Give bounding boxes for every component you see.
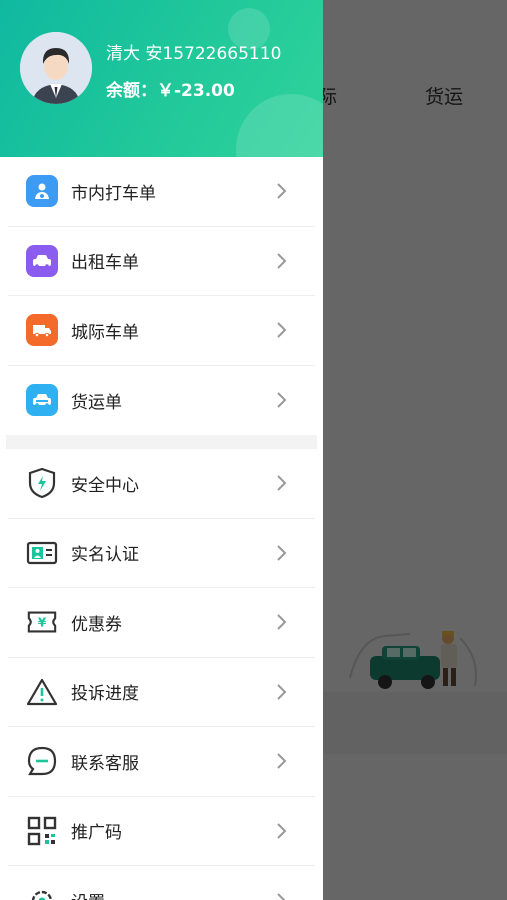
chevron-right-icon xyxy=(269,318,293,342)
decor-bubble xyxy=(236,94,323,157)
car-icon xyxy=(26,384,58,417)
menu-label: 推广码 xyxy=(71,823,122,844)
taxi-icon xyxy=(26,244,58,277)
balance-text: 余额：￥-23.00 xyxy=(106,81,235,101)
service-menu-group: 安全中心 实名认证 ¥ 优惠券 投诉进度 联系客服 推广码 xyxy=(0,449,323,900)
menu-item-real-name-verification[interactable]: 实名认证 xyxy=(8,519,315,588)
side-drawer: 清大 安15722665110 余额：￥-23.00 市内打车单 出租车单 城际… xyxy=(0,0,323,900)
menu-label: 设置 xyxy=(71,888,269,900)
warning-icon xyxy=(26,676,58,708)
truck-icon xyxy=(26,314,58,347)
menu-item-referral-code[interactable]: 推广码 xyxy=(8,797,315,866)
shield-icon xyxy=(26,467,58,499)
svg-text:¥: ¥ xyxy=(38,616,47,630)
menu-item-safety-center[interactable]: 安全中心 xyxy=(8,449,315,519)
user-name-phone: 清大 安15722665110 xyxy=(106,44,282,64)
menu-label: 投诉进度 xyxy=(71,684,139,705)
menu-label: 联系客服 xyxy=(71,753,139,774)
menu-label: 出租车单 xyxy=(71,253,139,274)
order-menu-group: 市内打车单 出租车单 城际车单 货运单 xyxy=(0,157,323,435)
car-driver-icon xyxy=(26,175,58,208)
user-avatar-icon xyxy=(20,32,92,104)
chevron-right-icon xyxy=(269,388,293,412)
gear-icon xyxy=(26,885,58,900)
chevron-right-icon xyxy=(269,749,293,773)
menu-label: 实名认证 xyxy=(71,545,139,566)
menu-label: 货运单 xyxy=(71,392,122,413)
qr-code-icon xyxy=(26,815,58,847)
chevron-right-icon xyxy=(269,819,293,843)
menu-icon-wrap xyxy=(26,175,58,208)
chevron-right-icon xyxy=(269,471,293,495)
chat-icon xyxy=(26,745,58,777)
menu-label: 安全中心 xyxy=(71,475,139,496)
chevron-right-icon xyxy=(269,889,293,900)
menu-label: 城际车单 xyxy=(71,322,139,343)
chevron-right-icon xyxy=(269,249,293,273)
drawer-header: 清大 安15722665110 余额：￥-23.00 xyxy=(0,0,323,157)
menu-item-complaint-progress[interactable]: 投诉进度 xyxy=(8,658,315,727)
menu-icon-wrap xyxy=(26,384,58,417)
menu-item-freight-orders[interactable]: 货运单 xyxy=(8,366,315,436)
coupon-icon: ¥ xyxy=(26,606,58,638)
chevron-right-icon xyxy=(269,610,293,634)
menu-item-settings[interactable]: 设置 xyxy=(8,866,315,900)
menu-item-coupons[interactable]: ¥ 优惠券 xyxy=(8,588,315,658)
chevron-right-icon xyxy=(269,179,293,203)
menu-item-intercity-orders[interactable]: 城际车单 xyxy=(8,296,315,366)
menu-icon-wrap xyxy=(26,244,58,277)
chevron-right-icon xyxy=(269,680,293,704)
id-card-icon xyxy=(26,537,58,569)
menu-label: 市内打车单 xyxy=(71,183,156,204)
menu-icon-wrap xyxy=(26,314,58,347)
chevron-right-icon xyxy=(269,541,293,565)
menu-label: 优惠券 xyxy=(71,614,122,635)
menu-item-taxi-orders[interactable]: 出租车单 xyxy=(8,227,315,296)
avatar[interactable] xyxy=(20,32,92,104)
section-divider xyxy=(6,435,317,449)
menu-item-city-taxi-orders[interactable]: 市内打车单 xyxy=(8,157,315,227)
menu-item-customer-service[interactable]: 联系客服 xyxy=(8,727,315,797)
